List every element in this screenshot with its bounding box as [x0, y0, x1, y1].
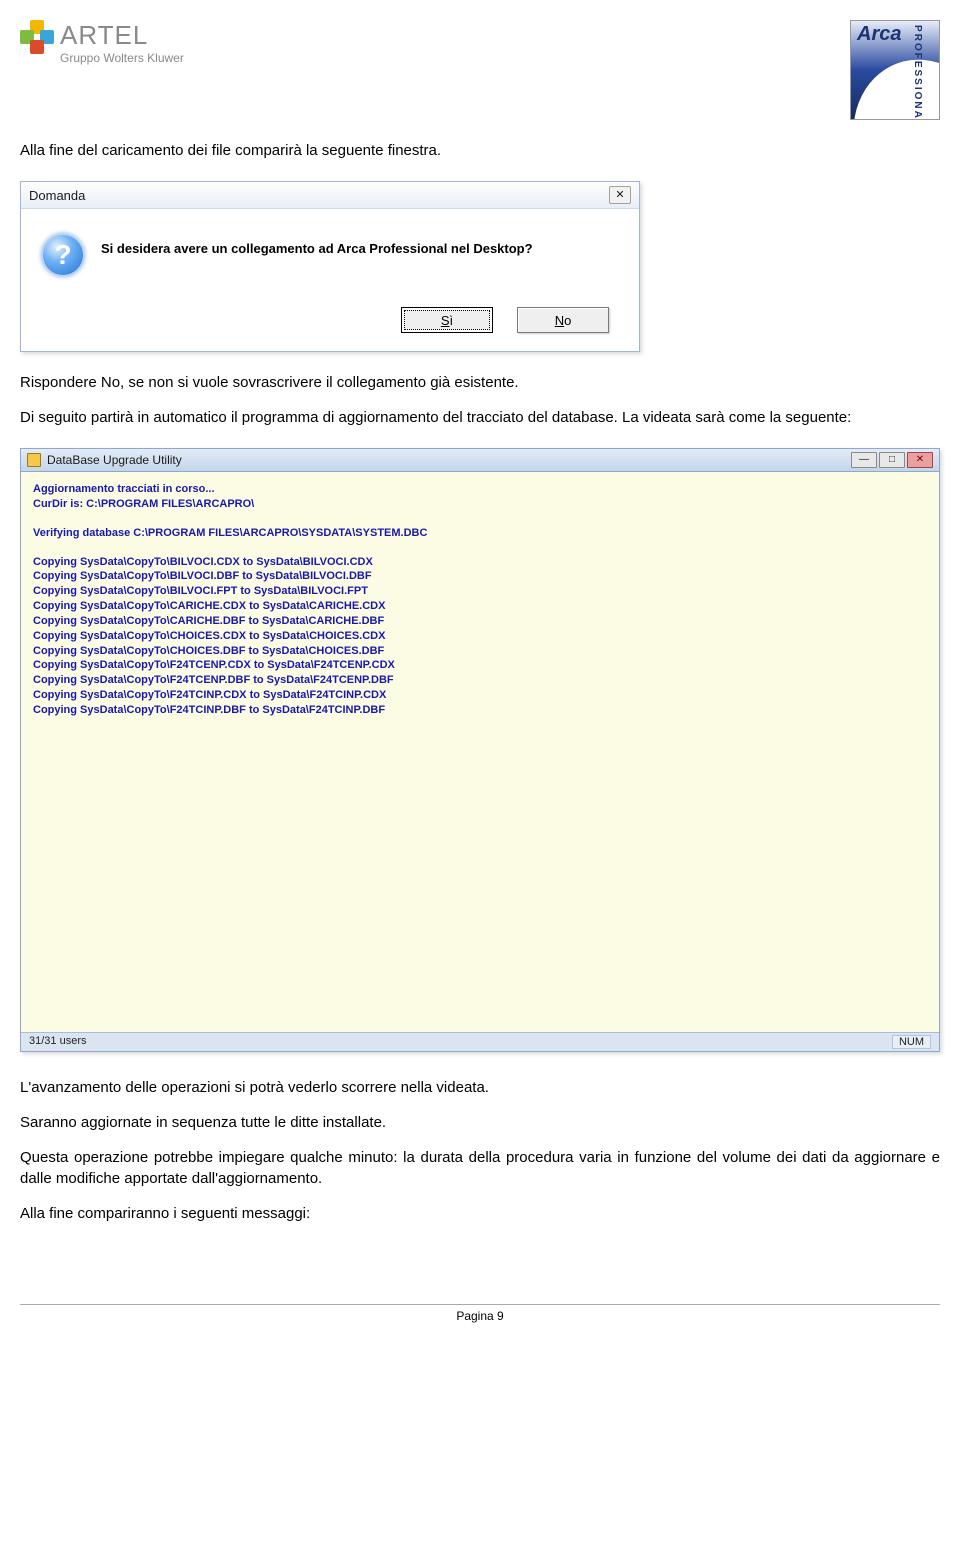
artel-icon [20, 20, 54, 54]
paragraph-7: Alla fine compariranno i seguenti messag… [20, 1203, 940, 1224]
arca-logo: Arca PROFESSIONAL [850, 20, 940, 120]
dialog-titlebar: Domanda ✕ [21, 182, 639, 209]
log-line: Copying SysData\CopyTo\BILVOCI.CDX to Sy… [33, 555, 927, 570]
dialog-message: Si desidera avere un collegamento ad Arc… [101, 233, 619, 256]
log-line: Copying SysData\CopyTo\F24TCINP.DBF to S… [33, 703, 927, 718]
dialog-title: Domanda [29, 188, 85, 203]
upgrade-close-button[interactable]: ✕ [907, 452, 933, 468]
page-number: Pagina 9 [456, 1309, 503, 1323]
log-line: Copying SysData\CopyTo\CARICHE.CDX to Sy… [33, 599, 927, 614]
arca-side-text: PROFESSIONAL [912, 25, 923, 120]
yes-button[interactable]: Sì [401, 307, 493, 333]
upgrade-log-block-1: Aggiornamento tracciati in corso...CurDi… [33, 482, 927, 512]
log-line: Copying SysData\CopyTo\F24TCINP.CDX to S… [33, 688, 927, 703]
status-num: NUM [892, 1035, 931, 1049]
paragraph-2: Rispondere No, se non si vuole sovrascri… [20, 372, 940, 393]
upgrade-log-block-2: Verifying database C:\PROGRAM FILES\ARCA… [33, 526, 927, 541]
paragraph-1: Alla fine del caricamento dei file compa… [20, 140, 940, 161]
paragraph-4: L'avanzamento delle operazioni si potrà … [20, 1077, 940, 1098]
log-line: Verifying database C:\PROGRAM FILES\ARCA… [33, 526, 927, 541]
artel-subtext: Gruppo Wolters Kluwer [60, 51, 184, 65]
upgrade-title-icon [27, 453, 41, 467]
yes-button-ul: S [441, 313, 450, 328]
arca-brand-text: Arca [857, 23, 901, 46]
upgrade-body: Aggiornamento tracciati in corso...CurDi… [21, 472, 939, 1032]
log-line: Copying SysData\CopyTo\CARICHE.DBF to Sy… [33, 614, 927, 629]
dialog-close-button[interactable]: ✕ [609, 186, 631, 204]
question-icon: ? [41, 233, 85, 277]
status-left: 31/31 users [29, 1035, 86, 1049]
log-line: Aggiornamento tracciati in corso... [33, 482, 927, 497]
dialog-window: Domanda ✕ ? Si desidera avere un collega… [20, 181, 640, 352]
paragraph-6: Questa operazione potrebbe impiegare qua… [20, 1147, 940, 1189]
upgrade-titlebar: DataBase Upgrade Utility — □ ✕ [21, 449, 939, 472]
log-line: Copying SysData\CopyTo\F24TCENP.DBF to S… [33, 673, 927, 688]
log-line: CurDir is: C:\PROGRAM FILES\ARCAPRO\ [33, 497, 927, 512]
no-button[interactable]: No [517, 307, 609, 333]
upgrade-log-block-3: Copying SysData\CopyTo\BILVOCI.CDX to Sy… [33, 555, 927, 718]
artel-logo: ARTEL Gruppo Wolters Kluwer [20, 20, 184, 65]
no-button-post: o [564, 313, 571, 328]
upgrade-statusbar: 31/31 users NUM [21, 1032, 939, 1051]
log-line: Copying SysData\CopyTo\CHOICES.DBF to Sy… [33, 644, 927, 659]
log-line: Copying SysData\CopyTo\BILVOCI.DBF to Sy… [33, 569, 927, 584]
no-button-ul: N [555, 313, 564, 328]
page-footer: Pagina 9 [20, 1304, 940, 1323]
maximize-button[interactable]: □ [879, 452, 905, 468]
upgrade-title-text: DataBase Upgrade Utility [47, 453, 182, 467]
artel-brand-text: ARTEL [60, 20, 184, 51]
log-line: Copying SysData\CopyTo\BILVOCI.FPT to Sy… [33, 584, 927, 599]
upgrade-window: DataBase Upgrade Utility — □ ✕ Aggiornam… [20, 448, 940, 1052]
minimize-button[interactable]: — [851, 452, 877, 468]
paragraph-5: Saranno aggiornate in sequenza tutte le … [20, 1112, 940, 1133]
yes-button-post: ì [450, 313, 454, 328]
log-line: Copying SysData\CopyTo\F24TCENP.CDX to S… [33, 658, 927, 673]
header-logos: ARTEL Gruppo Wolters Kluwer Arca PROFESS… [20, 20, 940, 120]
log-line: Copying SysData\CopyTo\CHOICES.CDX to Sy… [33, 629, 927, 644]
paragraph-3: Di seguito partirà in automatico il prog… [20, 407, 940, 428]
